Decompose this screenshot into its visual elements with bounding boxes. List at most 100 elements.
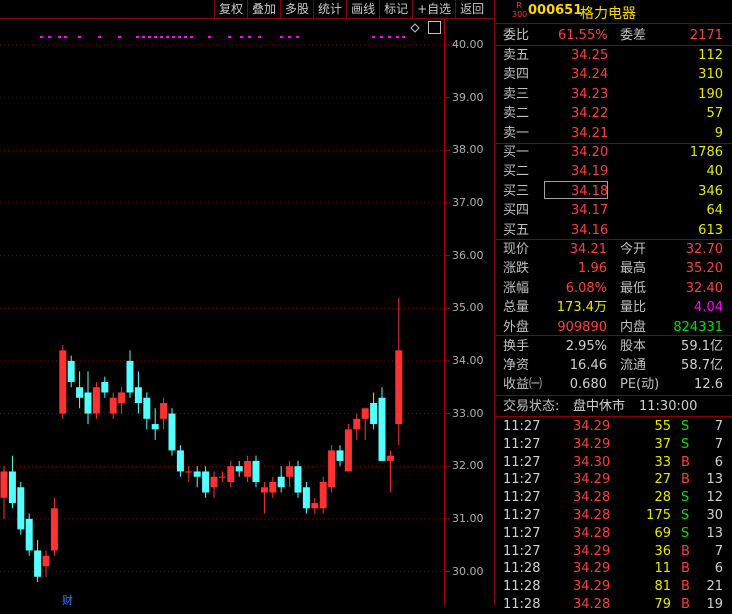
candle-body[interactable] (370, 403, 378, 425)
y-tick-label: 38.00 (452, 143, 484, 157)
event-marker (396, 36, 399, 38)
candle-body[interactable] (168, 413, 176, 451)
event-marker (160, 36, 163, 38)
candle-body[interactable] (319, 481, 327, 509)
candle-body[interactable] (59, 350, 67, 414)
event-marker (184, 36, 187, 38)
candle-body[interactable] (17, 487, 25, 530)
candle-body[interactable] (42, 555, 50, 567)
candle-body[interactable] (252, 460, 260, 482)
candle-body[interactable] (92, 387, 100, 414)
candle-body[interactable] (176, 450, 184, 472)
toolbar-button-7[interactable]: 返回 (455, 0, 488, 18)
candle-body[interactable] (193, 471, 201, 477)
candle-body[interactable] (395, 350, 403, 425)
candle-body[interactable] (260, 487, 268, 493)
candle-body[interactable] (118, 392, 126, 404)
tick-row[interactable]: 11:27 34.28 69 S 13 (495, 525, 732, 543)
candle-body[interactable] (328, 450, 336, 488)
candle-body[interactable] (302, 487, 310, 509)
candle-body[interactable] (277, 476, 285, 488)
candle-body[interactable] (227, 466, 235, 482)
event-marker (178, 36, 181, 38)
ask-row[interactable]: 卖四 34.24 310 (495, 65, 732, 84)
tick-row[interactable]: 11:27 34.28 28 S 12 (495, 489, 732, 507)
candle-body[interactable] (244, 460, 252, 477)
candle-body[interactable] (67, 360, 75, 382)
candle-body[interactable] (286, 466, 294, 477)
tick-row[interactable]: 11:28 34.29 81 B 21 (495, 578, 732, 596)
candle-body[interactable] (109, 397, 117, 414)
y-tick-label: 40.00 (452, 38, 484, 51)
candle-body[interactable] (101, 381, 109, 393)
candle-body[interactable] (218, 476, 226, 478)
tick-row[interactable]: 11:27 34.30 33 B 6 (495, 454, 732, 472)
y-tick-label: 35.00 (452, 301, 484, 315)
candle-body[interactable] (361, 408, 369, 419)
candle-body[interactable] (84, 392, 92, 414)
bid-row[interactable]: 买四 34.17 64 (495, 201, 732, 220)
candle-body[interactable] (294, 466, 302, 493)
ask-row[interactable]: 卖三 34.23 190 (495, 85, 732, 104)
candle-body[interactable] (210, 476, 218, 488)
candle-body[interactable] (50, 508, 58, 551)
toolbar-button-5[interactable]: 标记 (379, 0, 412, 18)
y-tick-label: 39.00 (452, 90, 484, 104)
candle-body[interactable] (185, 471, 193, 473)
candle-body[interactable] (8, 471, 16, 504)
tick-row[interactable]: 11:27 34.29 37 S 7 (495, 436, 732, 454)
event-marker (258, 36, 261, 38)
ask-row[interactable]: 卖五 34.25 112 (495, 46, 732, 65)
stock-name[interactable]: 格力电器 (580, 3, 636, 23)
candle-body[interactable] (202, 471, 210, 493)
bid-row[interactable]: 买二 34.19 40 (495, 162, 732, 181)
bid-row[interactable]: 买一 34.20 1786 (495, 143, 732, 162)
event-marker (136, 36, 139, 38)
candle-body[interactable] (353, 418, 361, 430)
toolbar-button-3[interactable]: 统计 (313, 0, 346, 18)
toolbar-button-0[interactable]: 复权 (214, 0, 247, 18)
diamond-icon[interactable] (410, 23, 420, 33)
candle-body[interactable] (386, 455, 394, 461)
financial-marker[interactable]: 财 (62, 593, 73, 605)
tick-row[interactable]: 11:27 34.28 175 S 30 (495, 507, 732, 525)
bid-row[interactable]: 买三 34.18 346 (495, 182, 732, 201)
candlestick-chart[interactable]: 财 (0, 0, 494, 605)
toolbar-button-6[interactable]: +自选 (412, 0, 455, 18)
candle-body[interactable] (269, 481, 277, 493)
ask-row[interactable]: 卖二 34.22 57 (495, 104, 732, 123)
y-tick-label: 36.00 (452, 248, 484, 262)
tick-row[interactable]: 11:27 34.29 55 S 7 (495, 418, 732, 436)
chart-toolbar: 复权 叠加 多股 统计 画线 标记 +自选 返回 (214, 0, 488, 18)
candle-body[interactable] (143, 397, 151, 419)
bid-row[interactable]: 买五 34.16 613 (495, 221, 732, 240)
toolbar-button-2[interactable]: 多股 (280, 0, 313, 18)
stock-code[interactable]: 000651 (528, 3, 582, 18)
toolbar-button-4[interactable]: 画线 (346, 0, 379, 18)
candle-body[interactable] (126, 360, 134, 393)
candle-body[interactable] (134, 387, 142, 404)
candle-body[interactable] (378, 397, 386, 461)
candle-body[interactable] (34, 550, 42, 577)
candle-body[interactable] (311, 503, 319, 509)
candle-body[interactable] (25, 518, 33, 551)
quote-header: R 300 000651 格力电器 (495, 0, 732, 24)
candle-body[interactable] (0, 471, 8, 498)
event-marker (166, 36, 169, 38)
candle-body[interactable] (235, 466, 243, 472)
toolbar-button-1[interactable]: 叠加 (247, 0, 280, 18)
ask-row[interactable]: 卖一 34.21 9 (495, 124, 732, 143)
event-marker (190, 36, 193, 38)
candle-body[interactable] (336, 450, 344, 461)
chart-window-toggle-icon[interactable] (428, 21, 441, 34)
tick-row[interactable]: 11:27 34.29 27 B 13 (495, 471, 732, 489)
candle-body[interactable] (151, 424, 159, 430)
fundamental-row: 净资 16.46 流通 58.7亿 (503, 358, 723, 373)
tick-row[interactable]: 11:28 34.29 11 B 6 (495, 560, 732, 578)
tick-row[interactable]: 11:27 34.29 36 B 7 (495, 543, 732, 561)
order-ratio-row: 委比 61.55% 委差 2171 (503, 28, 723, 43)
candle-body[interactable] (160, 403, 168, 419)
candle-body[interactable] (76, 387, 84, 398)
candle-body[interactable] (344, 429, 352, 472)
tick-row[interactable]: 11:28 34.28 79 B 19 (495, 596, 732, 614)
